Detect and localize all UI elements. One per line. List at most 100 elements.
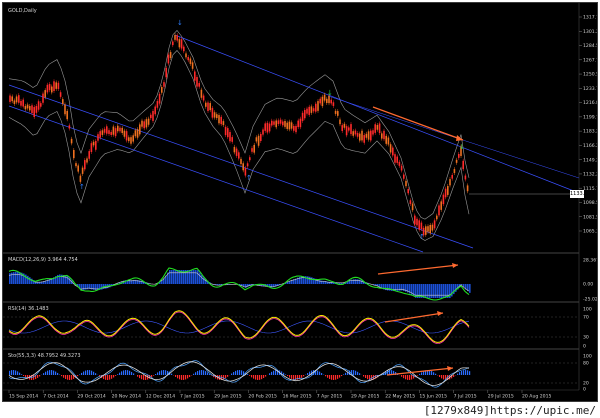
- candle-body: [403, 174, 405, 179]
- candle-body: [356, 133, 359, 137]
- candle-body: [301, 112, 304, 121]
- candle-body: [409, 200, 412, 204]
- date-tick-label: 7 Jul 2015: [454, 394, 477, 400]
- candle-body: [11, 96, 13, 102]
- stoch-arrow-head-icon: [447, 366, 453, 371]
- stoch-histogram-bar: [19, 372, 21, 375]
- stoch-histogram-bar: [371, 375, 373, 380]
- candle-body: [279, 119, 282, 124]
- candle-body: [202, 95, 205, 101]
- candle-body: [396, 156, 398, 163]
- stoch-histogram-bar: [411, 375, 413, 380]
- candle-body: [264, 123, 266, 131]
- macd-histogram-bar: [427, 284, 429, 298]
- stoch-histogram-bar: [67, 375, 69, 380]
- stochastic-panel: [3, 360, 579, 388]
- candle-body: [387, 137, 390, 145]
- candle-body: [101, 130, 104, 135]
- candle-body: [180, 39, 183, 49]
- candle-body: [141, 120, 143, 127]
- stoch-histogram-bar: [289, 375, 291, 378]
- candle-body: [317, 101, 319, 111]
- macd-histogram-bar: [19, 272, 21, 284]
- stoch-histogram-bar: [51, 370, 53, 375]
- stoch-histogram-bar: [87, 370, 89, 375]
- candle-body: [361, 130, 363, 141]
- candle-body: [161, 86, 163, 93]
- candle-body: [394, 154, 396, 163]
- candle-body: [433, 220, 436, 229]
- stoch-histogram-bar: [345, 372, 347, 375]
- stoch-histogram-bar: [159, 371, 161, 375]
- stoch-histogram-bar: [223, 375, 225, 380]
- candle-body: [125, 131, 128, 141]
- macd-histogram-bar: [203, 277, 205, 284]
- candle-body: [343, 123, 346, 128]
- candle-body: [194, 71, 196, 81]
- candle-body: [334, 110, 337, 114]
- stoch-histogram-bar: [321, 373, 323, 375]
- stoch-histogram-bar: [127, 370, 129, 375]
- candle-body: [48, 84, 51, 91]
- current-price-tag: 1133.95: [570, 190, 591, 198]
- macd-histogram-bar: [433, 284, 435, 298]
- stoch-histogram-bar: [13, 370, 15, 375]
- stoch-histogram-bar: [105, 375, 107, 380]
- chart-canvas[interactable]: ↑ ↓ ↑ ↓ ↑ ↓ GOLD,Daily MACD(12,26,9) 3.964 4.…: [3, 3, 598, 402]
- macd-tick-label: 0.00: [583, 282, 593, 288]
- candle-body: [178, 39, 181, 48]
- stoch-histogram-bar: [269, 373, 271, 375]
- stoch-tick-label: 80: [583, 361, 589, 367]
- candle-body: [90, 143, 93, 152]
- candle-body: [350, 124, 352, 135]
- stoch-histogram-bar: [359, 373, 361, 375]
- fractal-marker-icon: ↑: [79, 183, 85, 191]
- rsi-tick-label: 30: [583, 335, 589, 341]
- separator-macd-rsi: [3, 301, 579, 303]
- candle-body: [319, 98, 321, 104]
- candle-body: [266, 122, 269, 133]
- stoch-histogram-bar: [179, 375, 181, 380]
- stoch-histogram-bar: [453, 375, 455, 377]
- macd-histogram-bar: [311, 277, 313, 284]
- stoch-histogram-bar: [11, 370, 13, 375]
- candle-body: [332, 102, 335, 106]
- date-tick-label: 20 Nov 2014: [112, 394, 141, 400]
- stoch-histogram-bar: [165, 370, 167, 375]
- macd-histogram-bar: [65, 275, 67, 284]
- stoch-histogram-bar: [133, 373, 135, 375]
- candle-body: [224, 126, 227, 136]
- candle-body: [257, 135, 260, 146]
- chart-window[interactable]: ↑ ↓ ↑ ↓ ↑ ↓ GOLD,Daily MACD(12,26,9) 3.964 4.…: [2, 2, 598, 402]
- candle-body: [136, 129, 139, 138]
- candle-body: [363, 135, 365, 143]
- stoch-histogram-bar: [185, 375, 187, 380]
- date-tick-label: 29 Jul 2015: [488, 394, 514, 400]
- stoch-histogram-bar: [137, 375, 139, 377]
- candle-body: [211, 107, 214, 118]
- candle-body: [213, 112, 216, 118]
- candle-body: [147, 118, 150, 125]
- stoch-histogram-bar: [239, 370, 241, 375]
- date-tick-label: 20 Aug 2015: [522, 394, 552, 400]
- stoch-histogram-bar: [257, 375, 259, 380]
- candle-body: [273, 121, 275, 125]
- stoch-histogram-bar: [273, 370, 275, 375]
- candle-body: [321, 96, 324, 107]
- candle-body: [398, 161, 401, 166]
- candle-body: [290, 122, 293, 129]
- macd-histogram-bar: [431, 284, 433, 298]
- macd-histogram-bar: [429, 284, 431, 298]
- candle-body: [31, 105, 33, 114]
- rsi-smooth-line: [8, 311, 470, 345]
- stoch-histogram-bar: [307, 373, 309, 375]
- stoch-histogram-bar: [43, 373, 45, 375]
- macd-histogram-bar: [201, 275, 203, 284]
- candle-body: [416, 218, 418, 226]
- stoch-histogram-bar: [291, 375, 293, 379]
- date-tick-label: 29 Apr 2015: [351, 394, 379, 400]
- stoch-histogram-bar: [195, 372, 197, 375]
- macd-label: MACD(12,26,9) 3.964 4.754: [8, 257, 78, 263]
- candle-body: [345, 126, 348, 136]
- stoch-histogram-bar: [401, 375, 403, 377]
